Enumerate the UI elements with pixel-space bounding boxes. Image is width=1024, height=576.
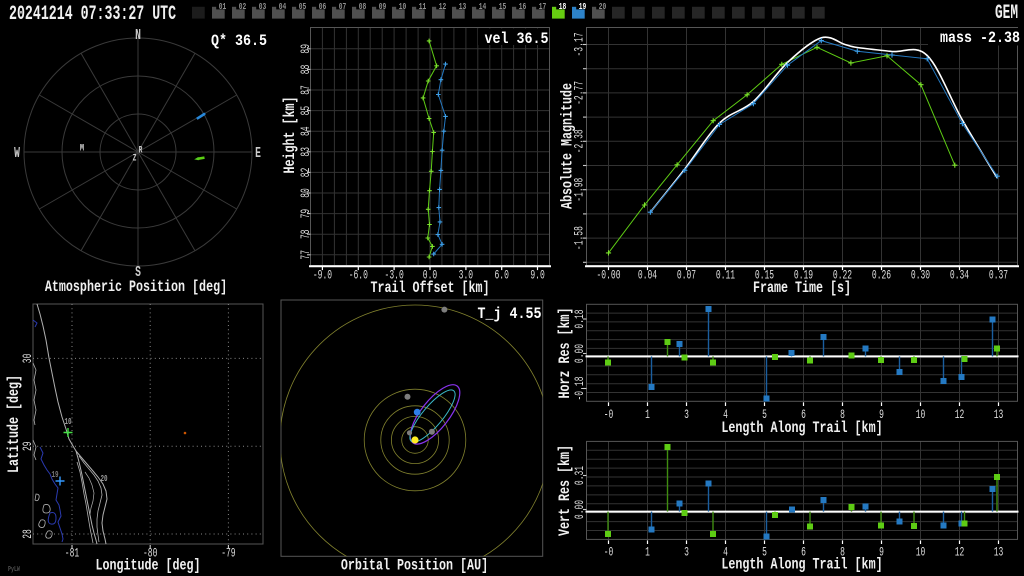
- svg-text:-9.0: -9.0: [313, 269, 332, 283]
- svg-text:12: 12: [955, 546, 965, 560]
- svg-text:80: 80: [299, 188, 313, 198]
- svg-text:01: 01: [219, 1, 227, 12]
- svg-text:Horz Res [km]: Horz Res [km]: [556, 307, 574, 398]
- svg-text:-6.0: -6.0: [349, 269, 368, 283]
- svg-text:82: 82: [299, 168, 313, 178]
- svg-text:0.34: 0.34: [950, 269, 969, 283]
- svg-text:0.18: 0.18: [573, 309, 587, 328]
- svg-text:0.07: 0.07: [677, 269, 696, 283]
- svg-text:03: 03: [259, 1, 267, 12]
- svg-text:20: 20: [100, 474, 107, 484]
- svg-text:9.0: 9.0: [530, 269, 544, 283]
- svg-text:Length Along Trail [km]: Length Along Trail [km]: [721, 419, 882, 437]
- svg-text:19: 19: [579, 1, 587, 12]
- svg-text:-81: -81: [65, 547, 79, 561]
- svg-text:11: 11: [419, 1, 427, 12]
- svg-text:3: 3: [684, 408, 689, 422]
- svg-text:84: 84: [299, 126, 313, 136]
- svg-text:08: 08: [359, 1, 367, 12]
- svg-text:85: 85: [299, 106, 313, 116]
- svg-text:Orbital Position [AU]: Orbital Position [AU]: [341, 557, 488, 575]
- svg-text:GEM: GEM: [995, 2, 1018, 25]
- svg-text:02: 02: [239, 1, 247, 12]
- svg-text:0.11: 0.11: [716, 269, 735, 283]
- svg-text:13: 13: [994, 546, 1004, 560]
- svg-text:83: 83: [299, 147, 313, 157]
- svg-text:M: M: [80, 143, 84, 155]
- svg-text:10: 10: [916, 546, 926, 560]
- svg-text:13: 13: [994, 408, 1004, 422]
- svg-text:0.04: 0.04: [638, 269, 657, 283]
- svg-text:10: 10: [916, 408, 926, 422]
- svg-text:04: 04: [279, 1, 287, 12]
- svg-text:0.00: 0.00: [573, 500, 587, 519]
- svg-text:0.31: 0.31: [573, 466, 587, 485]
- svg-text:16: 16: [519, 1, 527, 12]
- svg-text:6.0: 6.0: [495, 269, 509, 283]
- svg-text:N: N: [135, 27, 141, 44]
- svg-text:30: 30: [21, 354, 35, 364]
- svg-text:-0: -0: [604, 546, 614, 560]
- svg-text:10: 10: [64, 417, 71, 427]
- svg-text:20: 20: [599, 1, 607, 12]
- svg-text:14: 14: [479, 1, 487, 12]
- svg-text:mass -2.38: mass -2.38: [940, 29, 1020, 47]
- svg-text:77: 77: [299, 250, 313, 260]
- svg-text:vel 36.5: vel 36.5: [485, 30, 549, 48]
- svg-text:Frame Time [s]: Frame Time [s]: [753, 279, 851, 297]
- svg-text:W: W: [14, 145, 20, 162]
- svg-text:-79: -79: [221, 547, 235, 561]
- svg-text:-0: -0: [604, 408, 614, 422]
- svg-text:0.00: 0.00: [573, 344, 587, 363]
- svg-text:T_j 4.55: T_j 4.55: [478, 305, 542, 323]
- svg-text:89: 89: [299, 44, 313, 54]
- svg-text:Latitude [deg]: Latitude [deg]: [5, 375, 23, 473]
- svg-text:12: 12: [439, 1, 447, 12]
- svg-text:0.26: 0.26: [872, 269, 891, 283]
- svg-text:07: 07: [339, 1, 347, 12]
- svg-text:19: 19: [51, 470, 58, 480]
- svg-text:Longitude [deg]: Longitude [deg]: [95, 557, 200, 575]
- svg-text:29: 29: [21, 441, 35, 451]
- svg-text:Length Along Trail [km]: Length Along Trail [km]: [721, 556, 882, 574]
- svg-text:0.30: 0.30: [911, 269, 930, 283]
- svg-text:3: 3: [684, 546, 689, 560]
- svg-text:R: R: [139, 146, 143, 157]
- svg-text:Z: Z: [133, 154, 137, 165]
- svg-text:17: 17: [539, 1, 547, 12]
- svg-text:12: 12: [955, 408, 965, 422]
- svg-text:05: 05: [299, 1, 307, 12]
- svg-text:10: 10: [399, 1, 407, 12]
- svg-text:-0.00: -0.00: [597, 269, 621, 283]
- svg-text:0.37: 0.37: [989, 269, 1008, 283]
- svg-text:Height [km]: Height [km]: [281, 96, 299, 173]
- svg-text:1: 1: [645, 546, 650, 560]
- svg-text:87: 87: [299, 85, 313, 95]
- svg-text:Trail Offset [km]: Trail Offset [km]: [370, 279, 489, 297]
- svg-text:88: 88: [299, 65, 313, 75]
- svg-text:Vert Res [km]: Vert Res [km]: [556, 445, 574, 536]
- svg-text:Q* 36.5: Q* 36.5: [211, 32, 267, 50]
- svg-text:28: 28: [21, 529, 35, 539]
- svg-text:06: 06: [319, 1, 327, 12]
- svg-text:09: 09: [379, 1, 387, 12]
- svg-text:79: 79: [299, 209, 313, 219]
- svg-text:78: 78: [299, 229, 313, 239]
- svg-text:1: 1: [645, 408, 650, 422]
- svg-text:20241214 07:33:27 UTC: 20241214 07:33:27 UTC: [9, 3, 176, 26]
- svg-text:Absolute Magnitude: Absolute Magnitude: [559, 83, 577, 209]
- svg-text:-0.18: -0.18: [573, 377, 587, 401]
- svg-text:E: E: [255, 145, 261, 162]
- svg-text:15: 15: [499, 1, 507, 12]
- svg-text:18: 18: [559, 1, 567, 12]
- svg-text:Atmospheric Position [deg]: Atmospheric Position [deg]: [45, 278, 227, 296]
- svg-text:13: 13: [459, 1, 467, 12]
- svg-text:PyLW: PyLW: [8, 566, 20, 574]
